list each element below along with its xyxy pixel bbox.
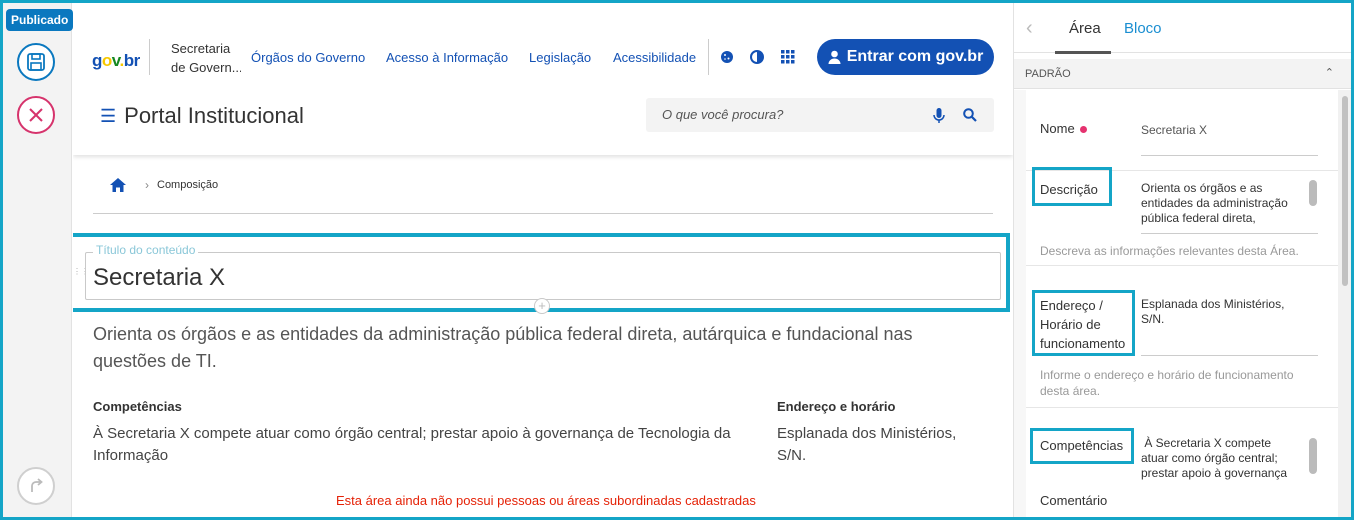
highlight-endereco	[1032, 290, 1135, 356]
nav-acesso-informacao[interactable]: Acesso à Informação	[386, 50, 508, 65]
tab-bloco[interactable]: Bloco	[1124, 20, 1162, 37]
menu-icon[interactable]: ☰	[100, 106, 116, 127]
endereco-hint: Informe o endereço e horário de funciona…	[1040, 368, 1294, 398]
header-divider	[149, 39, 150, 75]
nav-acessibilidade[interactable]: Acessibilidade	[613, 50, 696, 65]
breadcrumb: › Composição	[109, 177, 218, 193]
cookie-icon[interactable]	[719, 49, 735, 65]
chevron-up-icon[interactable]: ⌃	[1325, 66, 1334, 79]
endereco-heading: Endereço e horário	[777, 399, 896, 414]
portal-title: ☰ Portal Institucional	[100, 103, 304, 128]
site-subtitle: Secretaria de Govern...	[171, 41, 241, 75]
tab-area[interactable]: Área	[1069, 20, 1101, 37]
descricao-textarea[interactable]: Orienta os órgãos e as entidades da admi…	[1141, 181, 1301, 233]
competencias-textarea[interactable]: À Secretaria X compete atuar como órgão …	[1141, 436, 1301, 484]
chevron-right-icon: ›	[145, 178, 149, 192]
descricao-underline	[1141, 233, 1318, 234]
govbr-logo[interactable]: gov.br	[92, 51, 140, 71]
form-body: Nome Secretaria X Descrição Orienta os ó…	[1014, 90, 1338, 517]
edit-toolbar: Publicado	[3, 3, 74, 517]
status-badge: Publicado	[6, 9, 74, 31]
search-input[interactable]: O que você procura?	[662, 107, 783, 122]
contrast-icon[interactable]	[749, 49, 765, 65]
header-divider	[708, 39, 709, 75]
login-button[interactable]: Entrar com gov.br	[817, 39, 994, 75]
textarea-scrollbar[interactable]	[1309, 438, 1317, 474]
panel-scrollbar[interactable]	[1338, 90, 1351, 517]
comentario-label: Comentário	[1040, 493, 1108, 508]
login-label: Entrar com gov.br	[846, 48, 984, 65]
nav-orgaos[interactable]: Órgãos do Governo	[251, 50, 365, 65]
competencias-heading: Competências	[93, 399, 182, 414]
field-nome: Nome Secretaria X	[1026, 90, 1338, 170]
microphone-icon[interactable]	[933, 108, 945, 124]
user-icon	[828, 50, 841, 64]
breadcrumb-current: Composição	[157, 179, 219, 191]
nav-legislacao[interactable]: Legislação	[529, 50, 591, 65]
descricao-hint: Descreva as informações relevantes desta…	[1040, 244, 1299, 258]
endereco-text: Esplanada dos Ministérios, S/N.	[777, 425, 957, 464]
section-header[interactable]: PADRÃO ⌃	[1014, 59, 1351, 89]
textarea-scrollbar[interactable]	[1309, 180, 1317, 206]
search-icon[interactable]	[963, 108, 977, 122]
add-block-icon[interactable]: +	[534, 298, 550, 314]
panel-tabs: ‹ Área Bloco	[1014, 3, 1351, 54]
page-preview: gov.br Secretaria de Govern... Órgãos do…	[73, 3, 1013, 517]
divider	[93, 213, 993, 214]
nome-input[interactable]: Secretaria X	[1141, 123, 1207, 138]
section-label: PADRÃO	[1025, 68, 1071, 80]
search-box[interactable]: O que você procura?	[646, 98, 994, 132]
sidebar-panel: ‹ Área Bloco PADRÃO ⌃ Nome Secretaria X …	[1013, 3, 1351, 517]
highlight-descricao	[1032, 167, 1112, 206]
cancel-button[interactable]	[17, 96, 55, 134]
nome-label: Nome	[1040, 119, 1087, 138]
apps-grid-icon[interactable]	[780, 49, 796, 65]
required-indicator	[1079, 126, 1087, 134]
close-icon	[29, 108, 43, 122]
highlight-competencias	[1030, 428, 1134, 464]
save-button[interactable]	[17, 43, 55, 81]
site-header: gov.br Secretaria de Govern... Órgãos do…	[73, 3, 1013, 155]
chevron-left-icon[interactable]: ‹	[1026, 17, 1033, 40]
panel-scrollbar-thumb[interactable]	[1342, 96, 1348, 286]
field-comentario: Comentário	[1026, 483, 1338, 517]
home-icon[interactable]	[109, 177, 127, 193]
nome-underline	[1141, 155, 1318, 156]
endereco-underline	[1141, 355, 1318, 356]
endereco-textarea[interactable]: Esplanada dos Ministérios, S/N.	[1141, 297, 1311, 327]
redo-icon	[31, 478, 43, 492]
page-title[interactable]: Secretaria X	[93, 264, 225, 292]
empty-notice: Esta área ainda não possui pessoas ou ár…	[336, 493, 756, 508]
competencias-text: À Secretaria X compete atuar como órgão …	[93, 425, 731, 464]
active-tab-indicator	[1055, 51, 1111, 54]
redo-button[interactable]	[17, 467, 55, 505]
title-field-label: Título do conteúdo	[93, 243, 199, 257]
save-icon	[27, 53, 45, 71]
page-description: Orienta os órgãos e as entidades da admi…	[93, 324, 913, 371]
